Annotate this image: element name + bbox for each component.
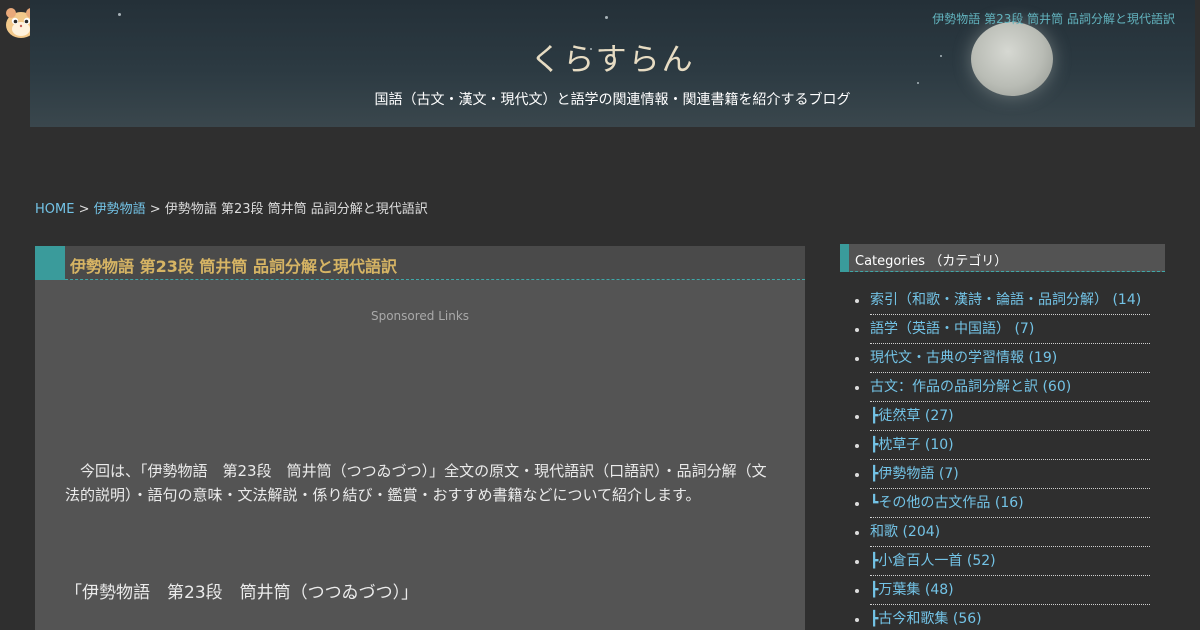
header-post-link[interactable]: 伊勢物語 第23段 筒井筒 品詞分解と現代語訳: [932, 10, 1175, 27]
category-item[interactable]: ┣徒然草 (27): [855, 402, 1150, 431]
post-intro: 今回は、「伊勢物語 第23段 筒井筒（つつゐづつ）」全文の原文・現代語訳（口語訳…: [65, 462, 767, 504]
category-item[interactable]: 現代文・古典の学習情報 (19): [855, 344, 1150, 373]
title-accent-block: [35, 246, 65, 280]
breadcrumb-category-link[interactable]: 伊勢物語: [94, 202, 146, 217]
category-item[interactable]: 語学（英語・中国語） (7): [855, 315, 1150, 344]
categories-header: Categories （カテゴリ）: [840, 244, 1165, 272]
breadcrumb: HOME > 伊勢物語 > 伊勢物語 第23段 筒井筒 品詞分解と現代語訳: [35, 198, 428, 217]
site-title[interactable]: くらすらん: [30, 34, 1195, 79]
category-item[interactable]: 和歌 (204): [855, 518, 1150, 547]
category-item[interactable]: ┗その他の古文作品 (16): [855, 489, 1150, 518]
category-item[interactable]: ┣万葉集 (48): [855, 576, 1150, 605]
breadcrumb-home-link[interactable]: HOME: [35, 202, 74, 217]
post-title-bar: 伊勢物語 第23段 筒井筒 品詞分解と現代語訳: [35, 246, 805, 280]
site-description: 国語（古文・漢文・現代文）と語学の関連情報・関連書籍を紹介するブログ: [374, 92, 851, 108]
site-header: 伊勢物語 第23段 筒井筒 品詞分解と現代語訳 くらすらん 国語（古文・漢文・現…: [30, 0, 1195, 127]
breadcrumb-separator: >: [78, 202, 90, 217]
post-title: 伊勢物語 第23段 筒井筒 品詞分解と現代語訳: [70, 257, 397, 276]
category-item[interactable]: 索引（和歌・漢詩・論語・品詞分解） (14): [855, 286, 1150, 315]
category-item[interactable]: ┣小倉百人一首 (52): [855, 547, 1150, 576]
category-item[interactable]: ┣古今和歌集 (56): [855, 605, 1150, 630]
category-item[interactable]: 古文：作品の品詞分解と訳 (60): [855, 373, 1150, 402]
categories-accent: [840, 244, 849, 272]
section-heading: 「伊勢物語 第23段 筒井筒（つつゐづつ）」: [65, 583, 419, 603]
breadcrumb-separator: >: [149, 202, 161, 217]
sponsored-label: Sponsored Links: [370, 309, 470, 323]
category-list: 索引（和歌・漢詩・論語・品詞分解） (14) 語学（英語・中国語） (7) 現代…: [840, 286, 1165, 630]
categories-title: Categories （カテゴリ）: [855, 254, 1008, 269]
category-item[interactable]: ┣伊勢物語 (7): [855, 460, 1150, 489]
post-content: 伊勢物語 第23段 筒井筒 品詞分解と現代語訳 Sponsored Links …: [35, 246, 805, 630]
sidebar: Categories （カテゴリ） 索引（和歌・漢詩・論語・品詞分解） (14)…: [840, 244, 1165, 630]
category-item[interactable]: ┣枕草子 (10): [855, 431, 1150, 460]
breadcrumb-current: 伊勢物語 第23段 筒井筒 品詞分解と現代語訳: [164, 202, 428, 217]
